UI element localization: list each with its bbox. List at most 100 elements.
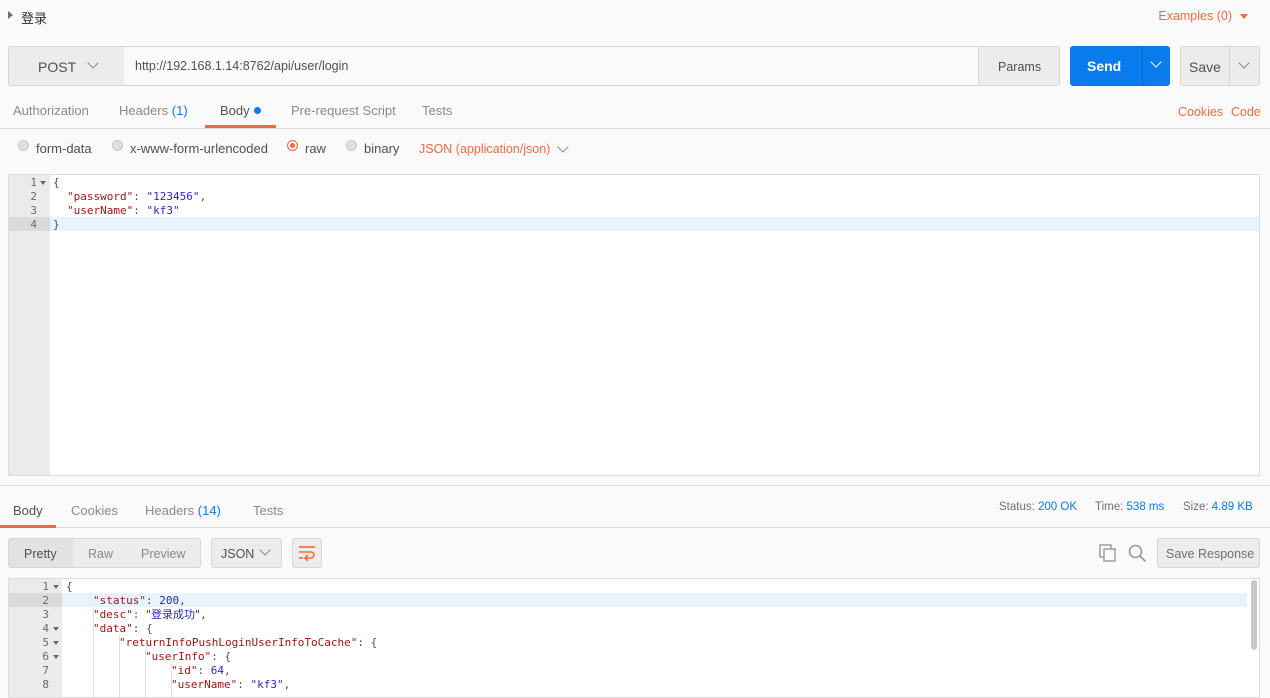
response-headers-label: Headers <box>145 503 195 518</box>
json-comma: , <box>179 594 186 607</box>
method-label: POST <box>38 59 77 75</box>
json-comma: , <box>199 190 207 203</box>
fold-arrow-icon[interactable] <box>53 627 59 631</box>
save-options-button[interactable] <box>1229 46 1260 86</box>
active-line-highlight <box>62 593 1247 607</box>
request-body-editor[interactable]: 1 2 3 4 { "password": "123456", "userNam… <box>8 174 1260 476</box>
response-tabs: Body Cookies Headers (14) Tests <box>0 495 1270 528</box>
caret-down-icon[interactable] <box>1240 14 1248 19</box>
tab-body-label: Body <box>220 103 250 118</box>
modified-dot-icon <box>253 107 261 114</box>
line-number: 2 <box>42 594 49 607</box>
fold-arrow-icon[interactable] <box>53 655 59 659</box>
radio-raw[interactable] <box>287 140 298 151</box>
chevron-down-icon <box>1150 56 1162 68</box>
vertical-scrollbar[interactable] <box>1251 580 1257 650</box>
chevron-down-icon[interactable] <box>557 141 569 153</box>
headers-count: (1) <box>171 103 188 118</box>
expand-arrow-icon[interactable] <box>8 11 13 19</box>
fold-arrow-icon[interactable] <box>53 641 59 645</box>
tab-authorization[interactable]: Authorization <box>13 103 89 118</box>
code-line: "returnInfoPushLoginUserInfoToCache": { <box>119 636 1259 650</box>
line-number: 5 <box>42 636 49 649</box>
save-button[interactable]: Save <box>1180 46 1230 86</box>
json-brace: : { <box>132 622 153 635</box>
request-title-bar: 登录 Examples (0) <box>0 0 1270 34</box>
radio-binary[interactable] <box>346 140 357 151</box>
format-select[interactable]: JSON <box>211 538 282 568</box>
response-tab-cookies[interactable]: Cookies <box>71 503 118 518</box>
fold-arrow-icon[interactable] <box>40 181 46 185</box>
request-title[interactable]: 登录 <box>21 8 47 27</box>
examples-dropdown[interactable]: Examples (0) <box>1158 9 1232 23</box>
radio-label-form-data: form-data <box>36 141 92 156</box>
json-key: "status" <box>93 594 146 607</box>
active-tab-indicator <box>0 525 56 528</box>
send-options-button[interactable] <box>1142 46 1170 86</box>
json-key: "returnInfoPushLoginUserInfoToCache" <box>119 636 358 649</box>
json-key: "id" <box>171 664 198 677</box>
pretty-button[interactable]: Pretty <box>24 547 57 561</box>
json-value: 64 <box>210 664 224 677</box>
response-tab-tests[interactable]: Tests <box>253 503 283 518</box>
params-button[interactable]: Params <box>978 46 1060 86</box>
size-value: 4.89 KB <box>1211 501 1253 513</box>
time-readout[interactable]: Time: 538 ms <box>1095 501 1164 513</box>
line-number: 7 <box>42 664 49 677</box>
tab-prerequest-script[interactable]: Pre-request Script <box>291 103 396 118</box>
tab-headers[interactable]: Headers (1) <box>119 103 188 118</box>
code-line: "data": { <box>93 622 1259 636</box>
code-line: "status": 200, <box>93 594 186 607</box>
size-readout[interactable]: Size: 4.89 KB <box>1183 501 1253 513</box>
tab-tests[interactable]: Tests <box>422 103 452 118</box>
line-number: 4 <box>30 218 37 231</box>
cookies-link[interactable]: Cookies <box>1178 105 1223 119</box>
preview-button[interactable]: Preview <box>141 547 185 561</box>
radio-label-raw: raw <box>305 141 326 156</box>
code-brace: { <box>66 580 73 593</box>
copy-icon[interactable] <box>1099 544 1117 562</box>
code-line: "id": 64, <box>171 664 231 677</box>
size-label: Size: <box>1183 501 1209 513</box>
code-line: { <box>66 580 1259 594</box>
code-link[interactable]: Code <box>1231 105 1261 119</box>
response-tab-headers[interactable]: Headers (14) <box>145 503 221 518</box>
response-body-viewer[interactable]: 1 2 3 4 5 6 7 8 { "status": 200, "desc":… <box>8 578 1260 698</box>
chevron-down-icon <box>259 544 271 556</box>
raw-button[interactable]: Raw <box>88 547 113 561</box>
line-number: 3 <box>42 608 49 621</box>
send-button[interactable]: Send <box>1070 46 1142 86</box>
request-tabs: Authorization Headers (1) Body Pre-reque… <box>0 94 1270 129</box>
code-brace: } <box>53 218 60 231</box>
json-key: "password" <box>67 190 134 203</box>
fold-arrow-icon[interactable] <box>53 585 59 589</box>
active-tab-indicator <box>205 125 276 128</box>
wrap-lines-icon <box>299 546 315 561</box>
json-brace: : { <box>357 636 378 649</box>
chevron-down-icon <box>1238 57 1250 69</box>
method-select[interactable]: POST <box>8 46 125 86</box>
wrap-lines-button[interactable] <box>292 538 322 568</box>
radio-urlencoded[interactable] <box>112 140 123 151</box>
tab-body[interactable]: Body <box>220 103 261 118</box>
line-number: 6 <box>42 650 49 663</box>
send-label: Send <box>1087 58 1122 74</box>
response-tab-body[interactable]: Body <box>13 503 43 518</box>
search-icon[interactable] <box>1128 544 1147 563</box>
save-response-button[interactable]: Save Response <box>1157 538 1260 568</box>
line-number: 1 <box>30 176 37 189</box>
radio-form-data[interactable] <box>18 140 29 151</box>
response-headers-count: (14) <box>197 503 221 518</box>
json-key: "userName" <box>67 204 134 217</box>
code-line: "password": "123456", <box>67 190 207 203</box>
line-number: 8 <box>42 678 49 691</box>
radio-label-binary: binary <box>364 141 400 156</box>
status-label: Status: <box>999 501 1035 513</box>
status-readout: Status: 200 OK <box>999 501 1077 513</box>
url-input[interactable]: http://192.168.1.14:8762/api/user/login <box>124 46 979 86</box>
view-mode-group: Pretty Raw Preview <box>8 538 201 568</box>
radio-label-urlencoded: x-www-form-urlencoded <box>130 141 268 156</box>
format-label: JSON <box>221 547 255 561</box>
json-value: 200 <box>159 594 180 607</box>
content-type-select[interactable]: JSON (application/json) <box>419 142 550 156</box>
